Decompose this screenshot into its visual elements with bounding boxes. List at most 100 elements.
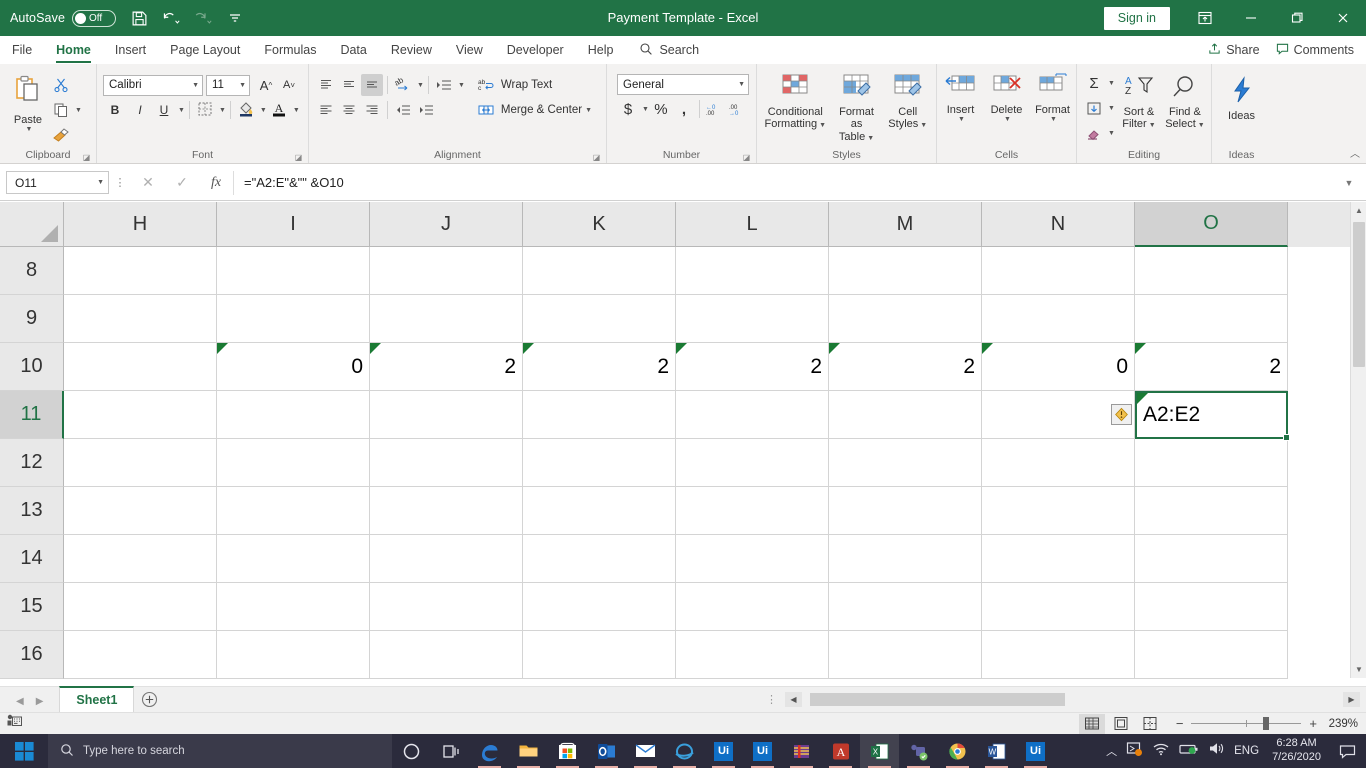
tab-developer[interactable]: Developer [495,36,576,64]
sign-in-button[interactable]: Sign in [1103,6,1170,30]
cell-J12[interactable] [370,439,523,487]
cell-M9[interactable] [829,295,982,343]
enter-formula-icon[interactable]: ✓ [165,171,199,195]
indent-button[interactable] [433,74,455,96]
delete-cells-dropdown-icon[interactable]: ▼ [1004,116,1011,124]
delete-cells-button[interactable]: Delete ▼ [985,70,1029,126]
cell-I15[interactable] [217,583,370,631]
align-center-button[interactable] [338,99,360,121]
name-box[interactable]: O11 ▼ [6,171,109,194]
cell-K9[interactable] [523,295,676,343]
insert-cells-dropdown-icon[interactable]: ▼ [958,116,965,124]
conditional-formatting-button[interactable]: Conditional Formatting ▼ [763,70,828,133]
borders-button[interactable] [194,99,216,121]
zoom-track[interactable] [1191,717,1302,730]
comments-button[interactable]: Comments [1276,42,1354,58]
zoom-out-button[interactable]: − [1176,716,1184,731]
cell-H16[interactable] [64,631,217,679]
column-header-J[interactable]: J [370,202,523,247]
font-name-input[interactable]: Calibri ▼ [103,74,203,96]
cell-H14[interactable] [64,535,217,583]
clear-button[interactable]: ▼ [1083,122,1115,144]
cell-K11[interactable] [523,391,676,439]
cell-H9[interactable] [64,295,217,343]
cell-I9[interactable] [217,295,370,343]
tab-help[interactable]: Help [576,36,626,64]
horizontal-scrollbar[interactable] [810,692,1335,707]
uipath-icon[interactable]: Ui [743,734,782,768]
chrome-icon[interactable] [938,734,977,768]
merge-center-dropdown-icon[interactable]: ▼ [585,107,592,114]
cell-H11[interactable] [64,391,217,439]
accessibility-icon[interactable] [6,713,24,734]
customize-quick-access-toolbar-icon[interactable] [220,4,250,32]
cell-M14[interactable] [829,535,982,583]
cell-O12[interactable] [1135,439,1288,487]
cell-J16[interactable] [370,631,523,679]
cell-N13[interactable] [982,487,1135,535]
cell-L9[interactable] [676,295,829,343]
cell-J13[interactable] [370,487,523,535]
cell-H8[interactable] [64,247,217,295]
autosave-toggle[interactable]: AutoSave Off [10,9,122,27]
winrar-icon[interactable] [782,734,821,768]
restore-icon[interactable] [1274,0,1320,36]
font-color-button[interactable]: A [268,99,290,121]
align-left-button[interactable] [315,99,337,121]
percent-format-button[interactable]: % [650,98,672,120]
orientation-button[interactable]: ab [392,74,414,96]
name-box-dropdown-icon[interactable]: ▼ [97,179,104,186]
copy-dropdown-icon[interactable]: ▼ [75,107,82,114]
cell-styles-button[interactable]: Cell Styles ▼ [885,70,930,133]
cell-H10[interactable] [64,343,217,391]
fill-color-dropdown-icon[interactable]: ▼ [260,107,267,114]
column-header-M[interactable]: M [829,202,982,247]
fill-handle[interactable] [1283,434,1290,441]
error-checking-warning-icon[interactable] [1111,404,1132,425]
paste-button[interactable]: Paste ▼ [6,70,50,136]
borders-dropdown-icon[interactable]: ▼ [219,107,226,114]
cell-J11[interactable] [370,391,523,439]
volume-icon[interactable] [1208,741,1225,761]
cell-N16[interactable] [982,631,1135,679]
uipath-studio-icon[interactable]: Ui [704,734,743,768]
cell-I13[interactable] [217,487,370,535]
cell-L13[interactable] [676,487,829,535]
middle-align-button[interactable] [338,74,360,96]
page-break-preview-button[interactable] [1137,714,1163,734]
undo-icon[interactable] [156,4,186,32]
indent-dropdown-icon[interactable]: ▼ [458,82,465,89]
cell-J14[interactable] [370,535,523,583]
cell-M16[interactable] [829,631,982,679]
notifications-icon[interactable] [1334,744,1360,759]
battery-icon[interactable] [1179,742,1199,761]
wifi-icon[interactable] [1152,741,1170,761]
cell-K8[interactable] [523,247,676,295]
accounting-format-button[interactable]: $ [617,98,639,120]
column-header-K[interactable]: K [523,202,676,247]
expand-formula-bar-icon[interactable]: ▼ [1338,178,1360,188]
tab-view[interactable]: View [444,36,495,64]
show-hidden-icons-icon[interactable]: ︿ [1106,743,1117,759]
normal-view-button[interactable] [1078,713,1105,734]
cell-M8[interactable] [829,247,982,295]
format-as-table-dropdown-icon[interactable]: ▼ [867,135,874,142]
format-painter-button[interactable] [50,124,82,146]
accounting-dropdown-icon[interactable]: ▼ [642,106,649,113]
copy-button[interactable]: ▼ [50,99,82,121]
scroll-up-button[interactable]: ▲ [1351,202,1366,219]
font-size-input[interactable]: 11 ▼ [206,74,250,96]
select-all-button[interactable] [0,202,64,247]
clear-dropdown-icon[interactable]: ▼ [1108,130,1115,137]
row-header-10[interactable]: 10 [0,343,64,391]
find-select-dropdown-icon[interactable]: ▼ [1198,122,1205,129]
previous-sheet-icon[interactable]: ◀ [16,696,24,707]
zoom-in-button[interactable]: + [1309,716,1317,731]
number-dialog-launcher[interactable]: ◪ [742,153,751,162]
next-sheet-icon[interactable]: ▶ [36,696,44,707]
teams-icon[interactable] [899,734,938,768]
conditional-formatting-dropdown-icon[interactable]: ▼ [819,122,826,129]
cell-O9[interactable] [1135,295,1288,343]
cell-O14[interactable] [1135,535,1288,583]
cell-N10[interactable]: 0 [982,343,1135,391]
